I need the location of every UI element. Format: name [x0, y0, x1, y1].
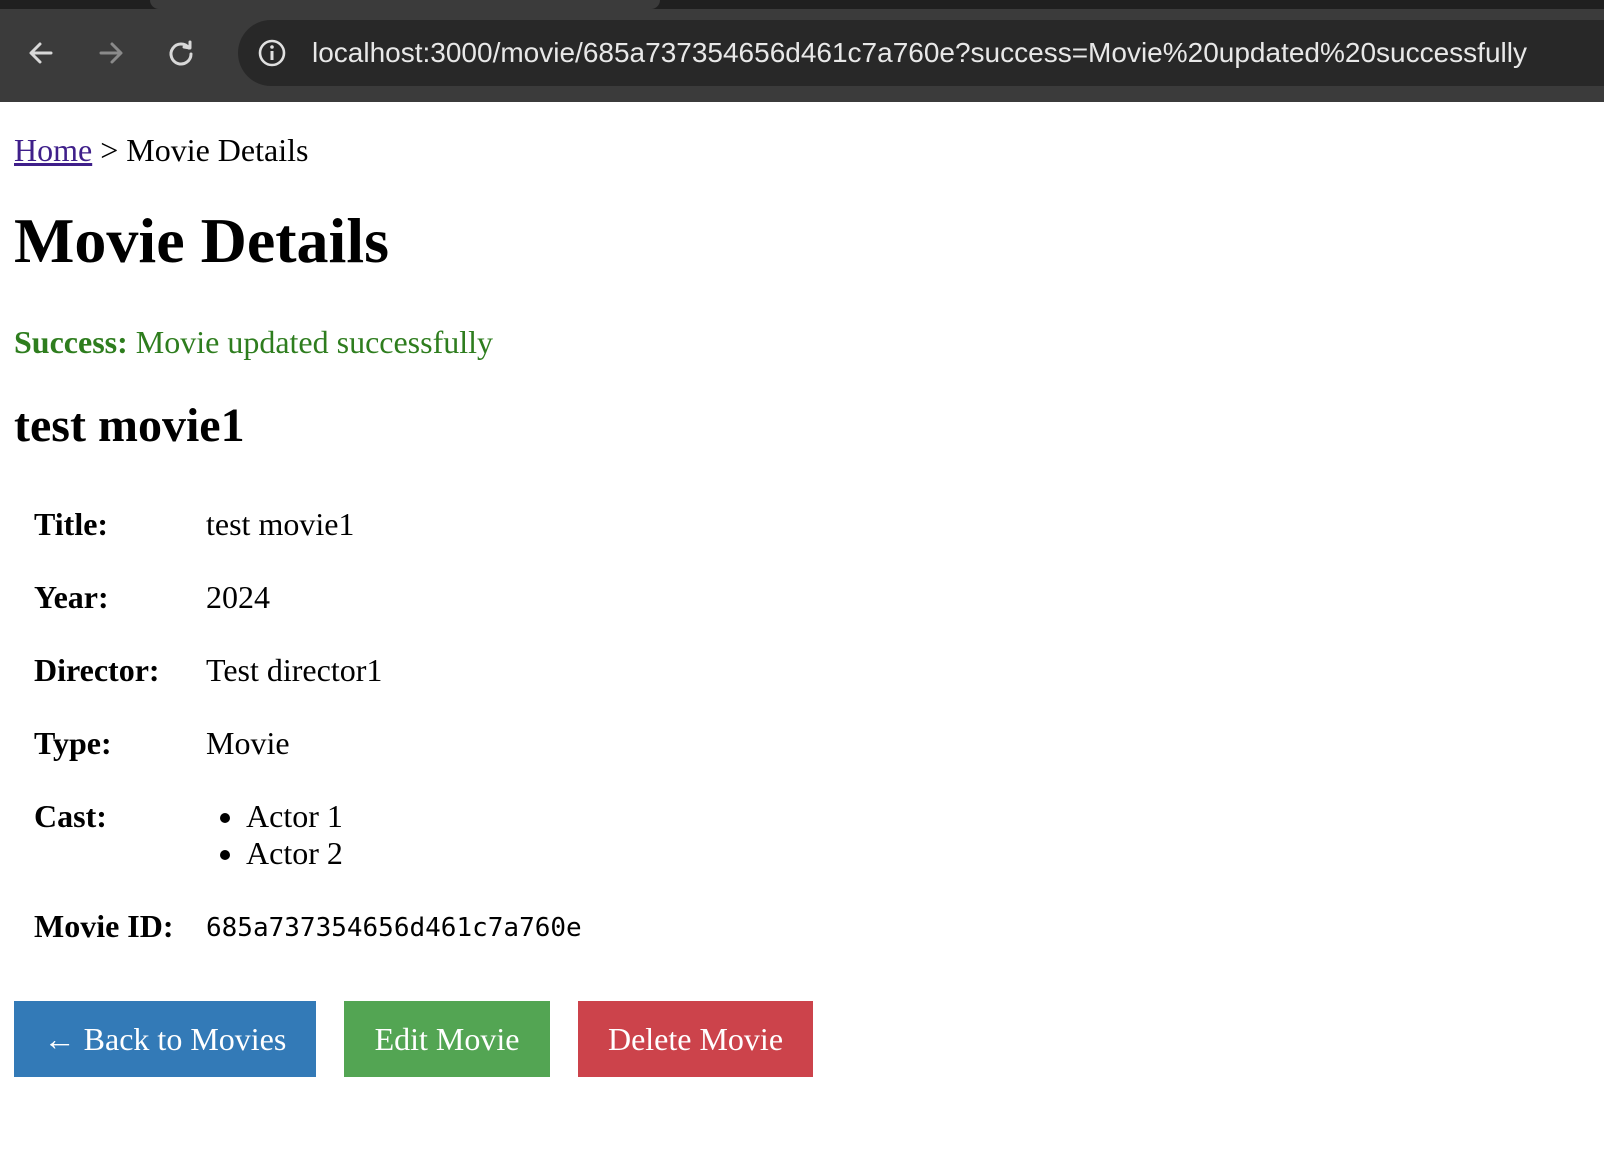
year-value: 2024	[206, 579, 270, 615]
year-label: Year:	[34, 579, 109, 615]
tab-strip	[0, 0, 1604, 9]
address-bar[interactable]: localhost:3000/movie/685a737354656d461c7…	[238, 20, 1604, 86]
active-tab[interactable]	[150, 0, 660, 9]
title-value: test movie1	[206, 506, 355, 542]
browser-toolbar: localhost:3000/movie/685a737354656d461c7…	[0, 0, 1604, 102]
back-arrow-icon[interactable]	[21, 33, 61, 73]
cast-list: Actor 1 Actor 2	[206, 798, 343, 872]
success-label: Success:	[14, 324, 128, 360]
back-to-movies-button[interactable]: ← Back to Movies	[14, 1001, 316, 1077]
type-value: Movie	[206, 725, 290, 761]
reload-icon[interactable]	[161, 33, 201, 73]
cast-item: Actor 1	[246, 798, 343, 835]
cast-item: Actor 2	[246, 835, 343, 872]
breadcrumb: Home > Movie Details	[14, 132, 308, 169]
director-label: Director:	[34, 652, 160, 688]
site-info-icon[interactable]	[254, 35, 290, 71]
breadcrumb-current: Movie Details	[126, 132, 309, 168]
director-value: Test director1	[206, 652, 383, 688]
success-text: Movie updated successfully	[135, 324, 494, 360]
page-title: Movie Details	[14, 205, 389, 276]
cast-label: Cast:	[34, 798, 107, 834]
success-message: Success: Movie updated successfully	[14, 324, 493, 361]
movie-heading: test movie1	[14, 399, 245, 452]
forward-arrow-icon[interactable]	[91, 33, 131, 73]
breadcrumb-home-link[interactable]: Home	[14, 132, 92, 168]
title-label: Title:	[34, 506, 109, 542]
url-text[interactable]: localhost:3000/movie/685a737354656d461c7…	[312, 20, 1527, 86]
type-label: Type:	[34, 725, 112, 761]
breadcrumb-separator: >	[100, 132, 119, 168]
movie-id-value: 685a737354656d461c7a760e	[206, 913, 582, 943]
delete-movie-button[interactable]: Delete Movie	[578, 1001, 813, 1077]
edit-movie-button[interactable]: Edit Movie	[344, 1001, 550, 1077]
movie-id-label: Movie ID:	[34, 908, 174, 944]
